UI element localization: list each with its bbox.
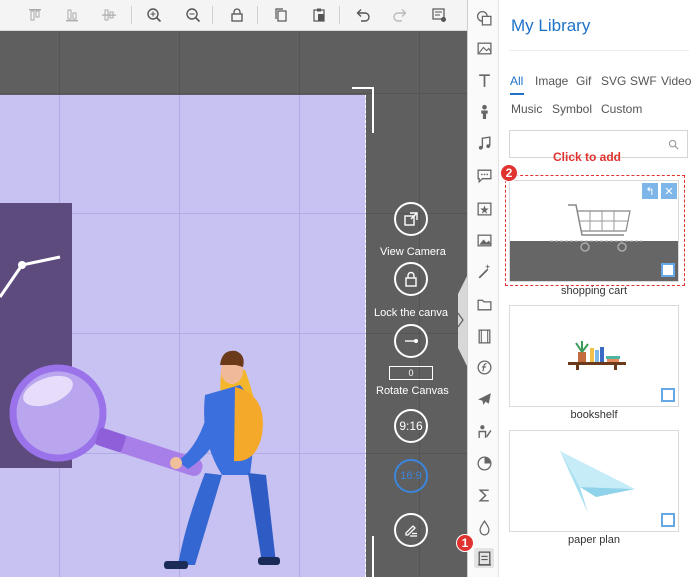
paste-icon[interactable] bbox=[308, 5, 330, 25]
magic-wand-icon[interactable] bbox=[474, 261, 494, 281]
library-title: My Library bbox=[511, 16, 591, 35]
lock-icon bbox=[405, 271, 417, 287]
my-library-icon[interactable] bbox=[474, 548, 494, 568]
bookshelf-thumbnail bbox=[568, 341, 626, 370]
library-item-paper-plan[interactable] bbox=[509, 430, 679, 532]
background-icon[interactable] bbox=[474, 230, 494, 250]
zoom-in-icon[interactable] bbox=[143, 5, 165, 25]
tab-all[interactable]: All bbox=[510, 74, 523, 88]
search-icon[interactable] bbox=[668, 139, 679, 150]
top-toolbar bbox=[0, 0, 467, 31]
view-camera-button[interactable] bbox=[394, 202, 428, 236]
tab-swf[interactable]: SWF bbox=[630, 74, 657, 88]
music-icon[interactable] bbox=[474, 133, 494, 153]
rotate-dial-icon bbox=[405, 339, 418, 343]
redo-icon[interactable] bbox=[389, 5, 411, 25]
pen-person-icon[interactable] bbox=[474, 421, 494, 441]
collapse-panel-handle[interactable] bbox=[452, 276, 467, 366]
image-icon[interactable] bbox=[474, 38, 494, 58]
click-to-add-callout: Click to add bbox=[553, 150, 622, 164]
tab-video[interactable]: Video bbox=[661, 74, 691, 88]
text-icon[interactable] bbox=[474, 70, 494, 90]
align-bottom-icon[interactable] bbox=[98, 5, 120, 25]
select-checkbox[interactable] bbox=[661, 388, 675, 402]
tab-symbol[interactable]: Symbol bbox=[552, 102, 592, 116]
film-icon[interactable] bbox=[474, 326, 494, 346]
airplane-icon[interactable] bbox=[474, 389, 494, 409]
shape-icon[interactable] bbox=[474, 8, 494, 28]
view-camera-icon bbox=[404, 212, 418, 226]
character-illustration[interactable] bbox=[0, 95, 366, 577]
align-middle-icon[interactable] bbox=[61, 5, 83, 25]
lock-canvas-label: Lock the canva bbox=[374, 307, 448, 319]
speech-bubble-icon[interactable] bbox=[474, 165, 494, 185]
library-item-label: shopping cart bbox=[560, 285, 628, 297]
library-item-bookshelf[interactable] bbox=[509, 305, 679, 407]
highlight-box bbox=[505, 175, 685, 286]
formula-icon[interactable] bbox=[474, 357, 494, 377]
rotate-angle-input[interactable]: 0 bbox=[389, 366, 433, 380]
paper-plane-thumbnail bbox=[560, 451, 635, 513]
step-badge-2: 2 bbox=[500, 164, 518, 182]
library-panel: My Library All Image Gif SVG SWF Video M… bbox=[499, 0, 700, 577]
rotate-canvas-button[interactable] bbox=[394, 324, 428, 358]
select-checkbox[interactable] bbox=[661, 513, 675, 527]
lock-canvas-button[interactable] bbox=[394, 262, 428, 296]
pie-chart-icon[interactable] bbox=[474, 453, 494, 473]
artboard[interactable] bbox=[0, 95, 366, 577]
rotate-canvas-label: Rotate Canvas bbox=[376, 385, 449, 397]
water-drop-icon[interactable] bbox=[474, 517, 494, 537]
ratio-16-9-button[interactable]: 16:9 bbox=[394, 459, 428, 493]
tab-image[interactable]: Image bbox=[535, 74, 568, 88]
tab-music[interactable]: Music bbox=[511, 102, 542, 116]
edit-canvas-button[interactable] bbox=[394, 513, 428, 547]
ratio-9-16-button[interactable]: 9:16 bbox=[394, 409, 428, 443]
zoom-out-icon[interactable] bbox=[182, 5, 204, 25]
edit-icon bbox=[405, 525, 417, 537]
lock-icon[interactable] bbox=[226, 5, 248, 25]
copy-icon[interactable] bbox=[270, 5, 292, 25]
undo-icon[interactable] bbox=[352, 5, 374, 25]
library-item-label: bookshelf bbox=[570, 409, 618, 421]
tab-custom[interactable]: Custom bbox=[601, 102, 642, 116]
screen-settings-icon[interactable] bbox=[428, 5, 450, 25]
sigma-icon[interactable] bbox=[474, 485, 494, 505]
character-icon[interactable] bbox=[474, 101, 494, 121]
special-effect-icon[interactable] bbox=[474, 198, 494, 218]
canvas-area[interactable]: View Camera Lock the canva 0 Rotate Canv… bbox=[0, 31, 467, 577]
align-top-icon[interactable] bbox=[24, 5, 46, 25]
library-item-label: paper plan bbox=[568, 534, 620, 546]
tab-gif[interactable]: Gif bbox=[576, 74, 591, 88]
step-badge-1: 1 bbox=[456, 534, 474, 552]
element-category-bar bbox=[467, 0, 499, 577]
view-camera-label: View Camera bbox=[380, 246, 446, 258]
tab-svg[interactable]: SVG bbox=[601, 74, 626, 88]
folder-icon[interactable] bbox=[474, 294, 494, 314]
